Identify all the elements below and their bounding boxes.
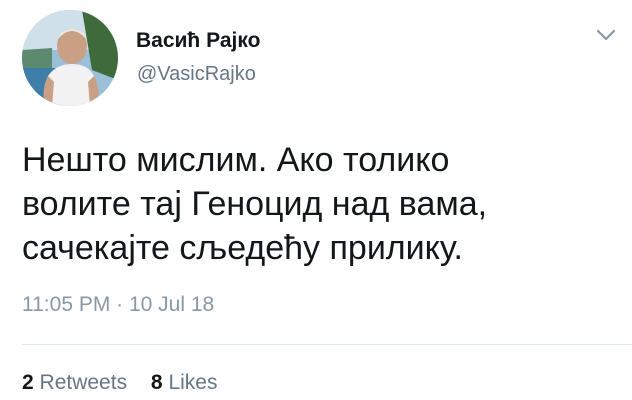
- tweet-text-line: сачекајте сљедећу прилику.: [22, 229, 463, 267]
- retweets-stat[interactable]: 2 Retweets: [22, 370, 127, 396]
- tweet-text-line: волите тај Геноцид над вама,: [22, 185, 488, 223]
- tweet-text: Нешто мислим. Ако толико волите тај Гено…: [22, 138, 622, 270]
- author-display-name[interactable]: Васић Рајко: [136, 28, 260, 54]
- likes-stat[interactable]: 8 Likes: [151, 370, 218, 396]
- divider: [22, 344, 632, 345]
- tweet-stats: 2 Retweets 8 Likes: [22, 370, 235, 396]
- retweets-label: Retweets: [39, 371, 128, 394]
- likes-count: 8: [150, 371, 163, 394]
- likes-label: Likes: [168, 371, 218, 394]
- tweet-text-line: Нешто мислим. Ако толико: [22, 141, 450, 179]
- author-handle[interactable]: @VasicRajko: [137, 62, 256, 86]
- avatar[interactable]: [22, 10, 118, 106]
- tweet-timestamp[interactable]: 11:05 PM · 10 Jul 18: [22, 292, 214, 318]
- chevron-down-icon[interactable]: [594, 26, 618, 44]
- avatar-photo: [22, 10, 118, 106]
- retweets-count: 2: [22, 371, 34, 394]
